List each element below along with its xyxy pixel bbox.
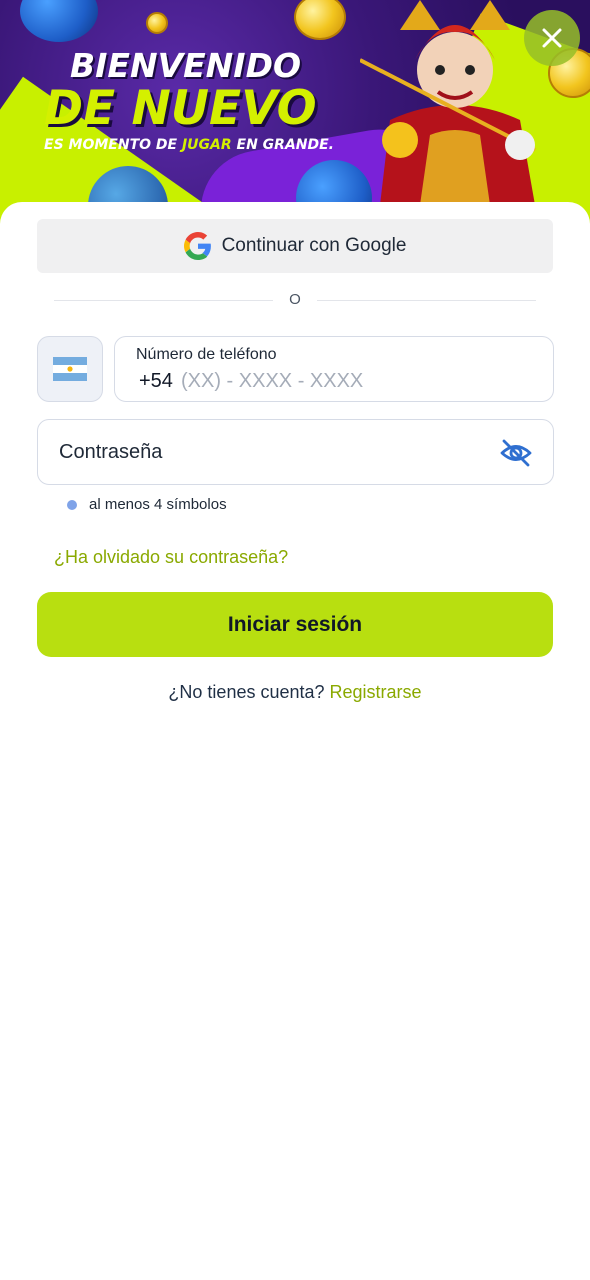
forgot-password-link[interactable]: ¿Ha olvidado su contraseña? [54, 547, 288, 568]
hint-text: al menos 4 símbolos [89, 496, 227, 513]
divider-text: O [289, 291, 301, 308]
banner-coin-image [294, 0, 346, 40]
register-link[interactable]: Registrarse [330, 682, 422, 702]
divider-line-left [54, 300, 273, 301]
login-button-label: Iniciar sesión [227, 612, 363, 636]
register-question: ¿No tienes cuenta? [168, 682, 325, 702]
jester-character-image [360, 0, 536, 205]
close-icon [542, 28, 562, 48]
phone-input[interactable]: Número de teléfono +54 (XX) - XXXX - XXX… [114, 336, 554, 402]
phone-placeholder: (XX) - XXXX - XXXX [181, 370, 364, 392]
phone-country-code: +54 [139, 370, 173, 392]
argentina-flag-icon [53, 357, 87, 381]
google-icon [183, 232, 211, 260]
banner-title-line2: DE NUEVO [44, 81, 317, 136]
tagline-pre: ES MOMENTO DE [44, 137, 182, 153]
password-placeholder: Contraseña [59, 441, 163, 463]
close-button[interactable] [524, 10, 580, 66]
banner-ball-image [20, 0, 98, 42]
tagline-post: EN GRANDE. [231, 137, 335, 153]
register-prompt: ¿No tienes cuenta? Registrarse [0, 682, 590, 703]
welcome-banner: BIENVENIDO DE NUEVO ES MOMENTO DE JUGAR … [0, 0, 590, 230]
password-hint: al menos 4 símbolos [67, 496, 227, 513]
password-input[interactable]: Contraseña [37, 419, 554, 485]
google-signin-button[interactable]: Continuar con Google [37, 219, 553, 273]
google-signin-label: Continuar con Google [221, 235, 407, 256]
phone-label: Número de teléfono [136, 346, 277, 363]
country-selector[interactable] [37, 336, 103, 402]
login-sheet: Continuar con Google O Número de teléfon… [0, 202, 590, 1280]
divider-line-right [317, 300, 536, 301]
banner-title-line1: BIENVENIDO [70, 46, 302, 85]
hint-bullet [67, 499, 77, 510]
or-divider: O [54, 290, 536, 310]
banner-headline: BIENVENIDO DE NUEVO ES MOMENTO DE JUGAR … [44, 48, 334, 154]
tagline-highlight: JUGAR [181, 137, 232, 153]
banner-tagline: ES MOMENTO DE JUGAR EN GRANDE. [44, 136, 334, 154]
banner-coin-image [146, 12, 168, 34]
login-button[interactable]: Iniciar sesión [37, 592, 553, 657]
eye-slash-icon[interactable] [499, 436, 533, 470]
